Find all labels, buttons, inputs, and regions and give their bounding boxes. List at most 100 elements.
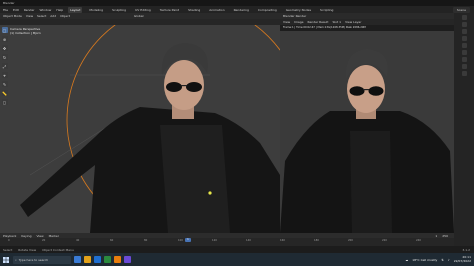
timeline-tick: 140 bbox=[246, 239, 251, 242]
timeline-ruler[interactable]: 0 20 40 60 80 100 120 140 160 180 200 22… bbox=[0, 238, 454, 246]
viewport-menu-object[interactable]: Object bbox=[60, 14, 70, 18]
measure-icon[interactable]: 📏 bbox=[1, 90, 8, 96]
render-scene bbox=[280, 31, 454, 233]
timeline-tick: 120 bbox=[212, 239, 217, 242]
timeline-tick: 60 bbox=[110, 239, 114, 242]
render-result-image[interactable] bbox=[280, 31, 454, 233]
annotate-icon[interactable]: ✎ bbox=[1, 81, 8, 87]
select-box-icon[interactable]: ▢ bbox=[1, 27, 8, 33]
status-bar: Select Rotate View Object Context Menu 3… bbox=[0, 246, 474, 253]
render-props-icon[interactable] bbox=[461, 22, 467, 27]
render-stats: Frame:1 | Time:00:02.67 | Mem:13G(1268.3… bbox=[283, 26, 366, 29]
tab-layout[interactable]: Layout bbox=[68, 6, 83, 13]
scene-selector[interactable]: Scene bbox=[452, 6, 470, 13]
viewport-scene bbox=[0, 25, 280, 233]
menu-file[interactable]: File bbox=[3, 8, 8, 12]
render-layer[interactable]: View Layer bbox=[345, 20, 361, 24]
object-origin[interactable] bbox=[208, 191, 212, 195]
timeline-end-frame[interactable]: 250 bbox=[442, 234, 448, 238]
3d-viewport[interactable]: Camera Perspective (1) Collection | Bjor… bbox=[0, 25, 280, 233]
timeline-tick: 40 bbox=[76, 239, 80, 242]
tab-texture-paint[interactable]: Texture Paint bbox=[158, 7, 181, 13]
timeline-tick: 80 bbox=[144, 239, 148, 242]
transform-icon[interactable]: ⌖ bbox=[1, 72, 8, 78]
top-menubar: File Edit Render Window Help Layout Mode… bbox=[0, 6, 474, 13]
tab-uv-editing[interactable]: UV Editing bbox=[133, 7, 153, 13]
tab-geometry-nodes[interactable]: Geometry Nodes bbox=[284, 7, 313, 13]
windows-start-icon[interactable] bbox=[2, 256, 10, 264]
scale-icon[interactable]: ⤢ bbox=[1, 63, 8, 69]
mode-dropdown[interactable]: Object Mode bbox=[3, 14, 22, 18]
tab-scripting[interactable]: Scripting bbox=[318, 7, 335, 13]
task-view-icon[interactable] bbox=[74, 256, 81, 263]
world-props-icon[interactable] bbox=[461, 50, 467, 55]
render-slot[interactable]: Slot 1 bbox=[332, 20, 341, 24]
weather-text[interactable]: 18°C Cell mostly bbox=[412, 258, 437, 262]
properties-panel bbox=[454, 13, 474, 246]
tab-compositing[interactable]: Compositing bbox=[256, 7, 279, 13]
modifier-props-icon[interactable] bbox=[461, 64, 467, 69]
tab-modeling[interactable]: Modeling bbox=[87, 7, 105, 13]
render-menu-image[interactable]: Image bbox=[294, 20, 303, 24]
move-icon[interactable]: ✥ bbox=[1, 45, 8, 51]
timeline-tick: 160 bbox=[280, 239, 285, 242]
system-tray: ☁ 18°C Cell mostly ⇅ ♪ 20:11 22/07/2022 bbox=[405, 255, 474, 263]
rotate-icon[interactable]: ↻ bbox=[1, 54, 8, 60]
render-image-name[interactable]: Render Result bbox=[308, 20, 329, 24]
tab-sculpting[interactable]: Sculpting bbox=[110, 7, 128, 13]
network-icon[interactable]: ⇅ bbox=[441, 258, 444, 262]
timeline-editor[interactable]: Playback Keying View Marker 1 250 0 20 4… bbox=[0, 233, 454, 246]
render-window-title: Blender Render bbox=[283, 14, 307, 18]
status-select-hint: Select bbox=[3, 247, 13, 252]
timeline-tick: 20 bbox=[42, 239, 46, 242]
taskbar-search-input[interactable]: ⌕ Type here to search bbox=[13, 255, 71, 264]
timeline-tick: 100 bbox=[178, 239, 183, 242]
volume-icon[interactable]: ♪ bbox=[448, 258, 450, 262]
timeline-menu-keying[interactable]: Keying bbox=[21, 234, 31, 238]
timeline-tick: 240 bbox=[416, 239, 421, 242]
app-icon[interactable] bbox=[124, 256, 131, 263]
render-window-header: View Image Render Result Slot 1 View Lay… bbox=[280, 19, 454, 25]
edge-browser-icon[interactable] bbox=[94, 256, 101, 263]
blender-app-icon[interactable] bbox=[114, 256, 121, 263]
viewport-menu-view[interactable]: View bbox=[26, 14, 33, 18]
status-context-hint: Object Context Menu bbox=[42, 247, 74, 252]
timeline-menu-view[interactable]: View bbox=[36, 234, 43, 238]
weather-icon[interactable]: ☁ bbox=[405, 258, 408, 262]
cursor-icon[interactable]: ⊕ bbox=[1, 36, 8, 42]
timeline-start-frame[interactable]: 1 bbox=[435, 234, 437, 238]
view-layer-props-icon[interactable] bbox=[461, 36, 467, 41]
viewport-menu-select[interactable]: Select bbox=[37, 14, 46, 18]
render-menu-view[interactable]: View bbox=[283, 20, 290, 24]
menu-help[interactable]: Help bbox=[56, 8, 63, 12]
timeline-menu-playback[interactable]: Playback bbox=[3, 234, 16, 238]
clock-date: 22/07/2022 bbox=[453, 258, 471, 263]
clock[interactable]: 20:11 22/07/2022 bbox=[453, 255, 471, 263]
store-icon[interactable] bbox=[104, 256, 111, 263]
windows-taskbar: ⌕ Type here to search ☁ 18°C Cell mostly… bbox=[0, 253, 474, 266]
timeline-tick: 0 bbox=[8, 239, 10, 242]
transform-orientation[interactable]: Global bbox=[134, 14, 144, 18]
viewport-menu-add[interactable]: Add bbox=[50, 14, 56, 18]
app-title: Blender bbox=[3, 1, 15, 5]
output-props-icon[interactable] bbox=[461, 29, 467, 34]
add-cube-icon[interactable]: ◻ bbox=[1, 99, 8, 105]
menu-window[interactable]: Window bbox=[40, 8, 52, 12]
file-explorer-icon[interactable] bbox=[84, 256, 91, 263]
blender-version: 3.1.2 bbox=[462, 247, 470, 252]
tab-shading[interactable]: Shading bbox=[186, 7, 202, 13]
tool-props-icon[interactable] bbox=[461, 15, 467, 20]
menu-edit[interactable]: Edit bbox=[13, 8, 19, 12]
search-icon: ⌕ bbox=[15, 257, 17, 262]
tab-animation[interactable]: Animation bbox=[207, 7, 226, 13]
search-placeholder: Type here to search bbox=[18, 257, 49, 262]
timeline-tick: 200 bbox=[348, 239, 353, 242]
menu-render[interactable]: Render bbox=[24, 8, 35, 12]
timeline-playhead[interactable]: 1 bbox=[185, 238, 191, 242]
timeline-menu-marker[interactable]: Marker bbox=[49, 234, 59, 238]
tab-rendering[interactable]: Rendering bbox=[232, 7, 251, 13]
scene-props-icon[interactable] bbox=[461, 43, 467, 48]
tool-shelf: ▢ ⊕ ✥ ↻ ⤢ ⌖ ✎ 📏 ◻ bbox=[1, 27, 8, 147]
material-props-icon[interactable] bbox=[461, 71, 467, 76]
object-props-icon[interactable] bbox=[461, 57, 467, 62]
